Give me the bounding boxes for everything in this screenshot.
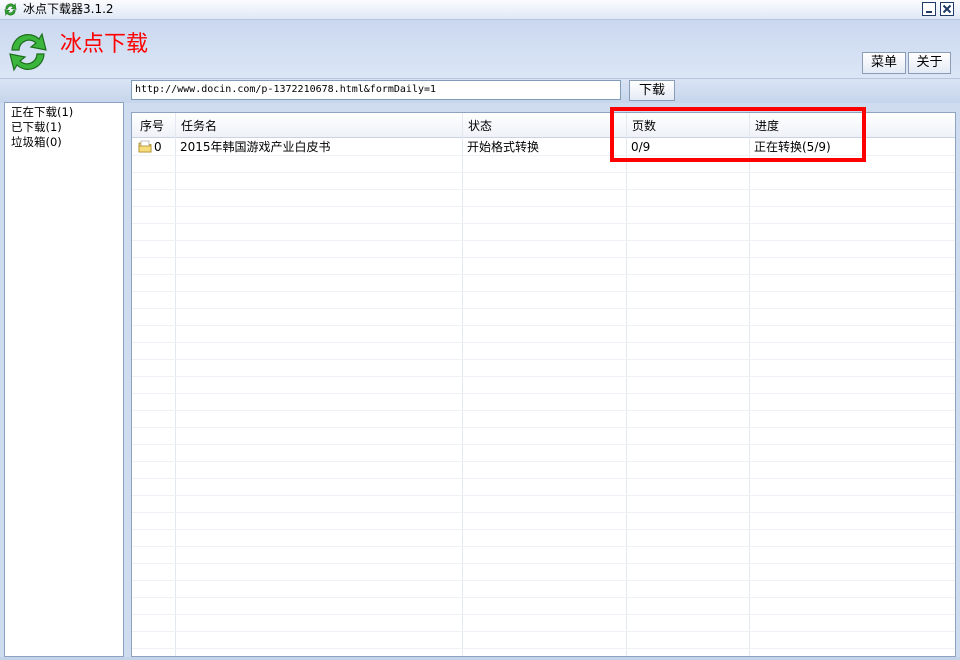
row-divider xyxy=(132,376,955,377)
row-divider xyxy=(132,257,955,258)
row-status: 开始格式转换 xyxy=(467,140,540,154)
url-input[interactable]: http://www.docin.com/p-1372210678.html&f… xyxy=(131,80,621,100)
row-divider xyxy=(132,359,955,360)
row-divider xyxy=(132,461,955,462)
category-panel: 正在下载(1) 已下载(1) 垃圾箱(0) xyxy=(4,102,124,657)
row-index: 0 xyxy=(154,140,162,154)
row-divider xyxy=(132,189,955,190)
row-divider xyxy=(132,274,955,275)
app-name-text: 冰点下载 xyxy=(60,32,149,57)
row-divider xyxy=(132,206,955,207)
column-header-index[interactable]: 序号 xyxy=(140,119,164,133)
row-task-name: 2015年韩国游戏产业白皮书 xyxy=(180,140,331,154)
column-divider xyxy=(749,113,750,656)
download-button[interactable]: 下载 xyxy=(629,80,675,101)
refresh-arrows-icon xyxy=(4,2,17,17)
row-divider xyxy=(132,308,955,309)
row-divider xyxy=(132,597,955,598)
row-divider xyxy=(132,342,955,343)
title-bar xyxy=(0,0,960,20)
green-refresh-arrows-icon xyxy=(9,32,47,72)
column-divider xyxy=(462,113,463,656)
sidebar-item-downloading[interactable]: 正在下载(1) xyxy=(11,105,73,120)
row-divider xyxy=(132,614,955,615)
window-title: 冰点下载器3.1.2 xyxy=(23,2,114,16)
minimize-button[interactable] xyxy=(922,2,936,16)
row-divider xyxy=(132,546,955,547)
row-divider xyxy=(132,223,955,224)
row-divider xyxy=(132,240,955,241)
row-divider xyxy=(132,563,955,564)
row-divider xyxy=(132,291,955,292)
row-divider xyxy=(132,410,955,411)
column-divider xyxy=(626,113,627,656)
minimize-icon xyxy=(926,11,932,13)
row-divider xyxy=(132,631,955,632)
sidebar-item-downloaded[interactable]: 已下载(1) xyxy=(11,120,62,135)
row-divider xyxy=(132,512,955,513)
document-folder-icon xyxy=(138,140,152,153)
row-divider xyxy=(132,393,955,394)
row-divider xyxy=(132,172,955,173)
column-header-task-name[interactable]: 任务名 xyxy=(181,119,217,133)
about-button[interactable]: 关于 xyxy=(908,52,951,74)
row-divider xyxy=(132,444,955,445)
row-divider xyxy=(132,580,955,581)
column-header-status[interactable]: 状态 xyxy=(468,119,492,133)
sidebar-item-trash[interactable]: 垃圾箱(0) xyxy=(11,135,62,150)
close-icon xyxy=(942,4,952,14)
row-divider xyxy=(132,648,955,649)
close-button[interactable] xyxy=(940,2,954,16)
task-list[interactable]: 序号 任务名 状态 页数 进度 0 2015年韩国游戏产业白皮书 开始格式转换 … xyxy=(131,112,956,657)
row-divider xyxy=(132,478,955,479)
row-divider xyxy=(132,325,955,326)
row-divider xyxy=(132,495,955,496)
column-divider xyxy=(175,113,176,656)
menu-button[interactable]: 菜单 xyxy=(862,52,906,74)
app-name: 冰点下载 xyxy=(60,32,148,58)
row-divider xyxy=(132,529,955,530)
row-divider xyxy=(132,427,955,428)
highlight-box xyxy=(610,107,866,162)
